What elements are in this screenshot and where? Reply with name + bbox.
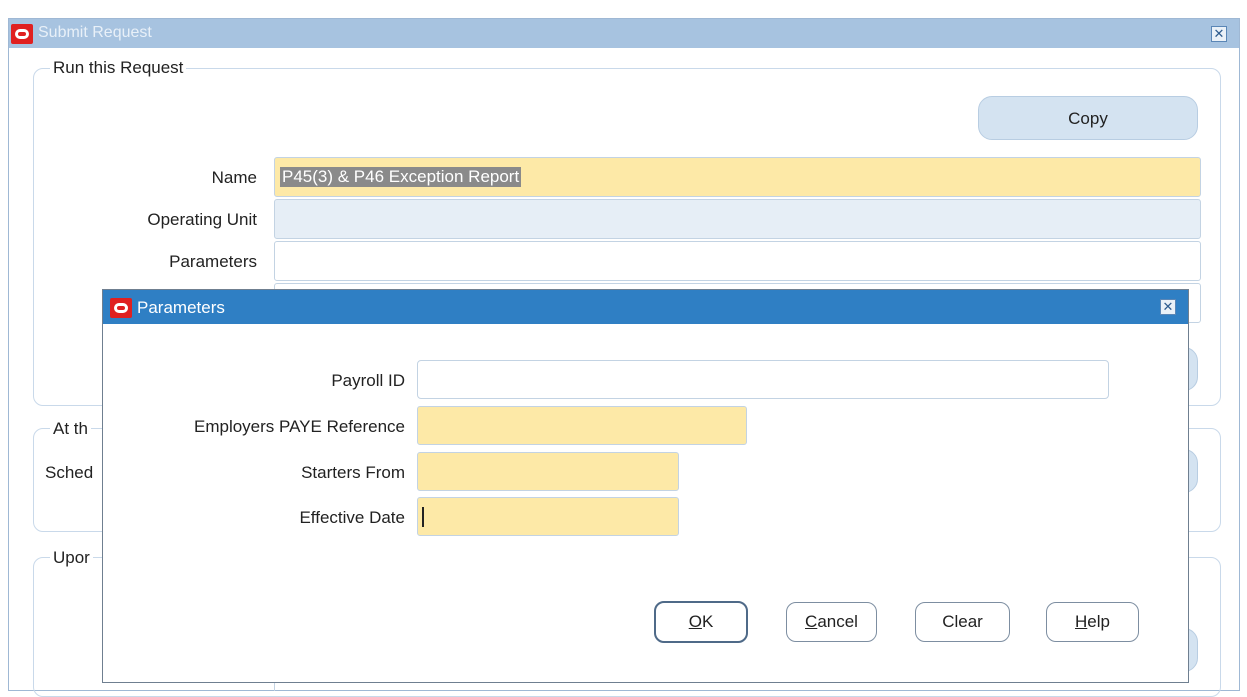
cancel-mnemonic: C — [805, 612, 818, 631]
name-field-value: P45(3) & P46 Exception Report — [280, 167, 522, 187]
help-label-rest: elp — [1087, 612, 1110, 631]
starters-from-label: Starters From — [301, 463, 405, 482]
submit-request-title: Submit Request — [38, 24, 152, 41]
oracle-logo-icon — [11, 24, 33, 44]
upon-completion-legend: Upor — [50, 548, 93, 568]
run-request-legend: Run this Request — [50, 58, 187, 78]
ok-button[interactable]: OK — [654, 601, 748, 643]
parameters-titlebar — [103, 290, 1188, 324]
dialog-close-icon[interactable]: ✕ — [1160, 299, 1176, 315]
parameters-label: Parameters — [169, 252, 257, 271]
effective-date-label: Effective Date — [299, 508, 405, 527]
starters-from-field[interactable] — [417, 452, 679, 491]
cancel-label-rest: ancel — [817, 612, 858, 631]
ok-mnemonic: O — [688, 612, 702, 631]
effective-date-field[interactable] — [417, 497, 679, 536]
text-cursor — [422, 507, 424, 527]
help-mnemonic: H — [1075, 612, 1088, 631]
ok-label-rest: K — [701, 612, 714, 631]
close-icon[interactable]: ✕ — [1211, 26, 1227, 42]
schedule-label: Sched — [45, 463, 94, 482]
payroll-id-field[interactable] — [417, 360, 1109, 399]
parameters-field[interactable] — [274, 241, 1201, 281]
oracle-logo-icon — [110, 298, 132, 318]
name-field[interactable]: P45(3) & P46 Exception Report — [274, 157, 1201, 197]
operating-unit-label: Operating Unit — [147, 210, 257, 229]
name-label: Name — [211, 168, 257, 187]
payroll-id-label: Payroll ID — [331, 371, 405, 390]
help-button[interactable]: Help — [1046, 602, 1139, 642]
submit-request-titlebar — [9, 19, 1239, 48]
copy-button[interactable]: Copy — [978, 96, 1198, 140]
employers-paye-reference-label: Employers PAYE Reference — [193, 417, 405, 436]
operating-unit-field[interactable] — [274, 199, 1201, 239]
cancel-button[interactable]: Cancel — [786, 602, 877, 642]
employers-paye-reference-field[interactable] — [417, 406, 747, 445]
at-these-times-legend: At th — [50, 419, 91, 439]
parameters-dialog-title: Parameters — [137, 298, 225, 317]
clear-button[interactable]: Clear — [915, 602, 1010, 642]
